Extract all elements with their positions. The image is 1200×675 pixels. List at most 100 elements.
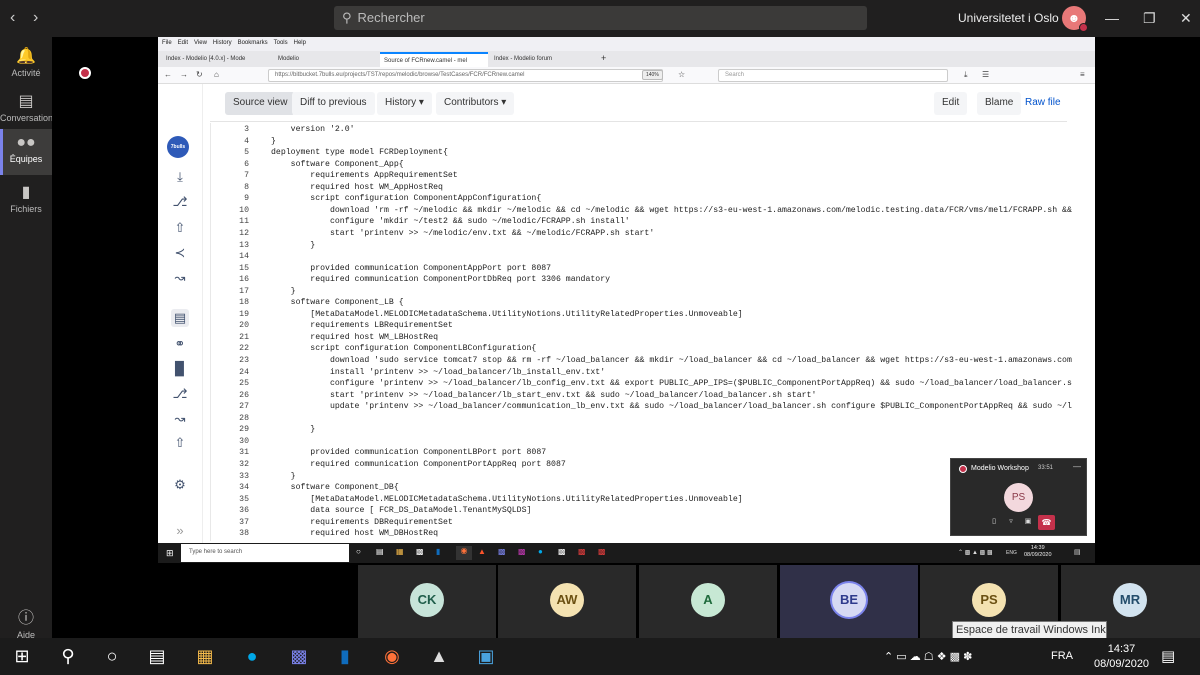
windows-start-icon[interactable]: ⊞ — [10, 646, 34, 667]
menu-history[interactable]: History — [213, 40, 232, 46]
reload-icon[interactable]: ↻ — [196, 70, 203, 79]
firefox-icon[interactable]: ◉ — [380, 646, 404, 667]
task-view-icon[interactable]: ▤ — [376, 547, 384, 556]
teams-icon[interactable]: ▩ — [498, 547, 506, 556]
line-number[interactable]: 15 — [211, 264, 249, 273]
line-number[interactable]: 19 — [211, 310, 249, 319]
input-language[interactable]: ENG — [1006, 550, 1017, 556]
app-icon[interactable]: ▲ — [427, 646, 451, 667]
task-view-icon[interactable]: ○ — [356, 547, 361, 556]
line-number[interactable]: 38 — [211, 529, 249, 538]
participant-tile[interactable]: A — [639, 565, 777, 638]
photos-icon[interactable]: ▣ — [474, 646, 498, 667]
minimize-icon[interactable]: — — [1105, 10, 1119, 26]
search-input[interactable]: ⚲ Rechercher — [334, 6, 867, 30]
line-number[interactable]: 3 — [211, 125, 249, 134]
home-icon[interactable]: ⌂ — [214, 70, 219, 79]
line-number[interactable]: 21 — [211, 333, 249, 342]
minimize-icon[interactable]: — — [1073, 462, 1081, 471]
diff-to-previous-button[interactable]: Diff to previous — [292, 92, 375, 115]
compact-call-window[interactable]: Modelio Workshop 33:51 — PS ▯ ▿ ▣ ☎ — [950, 458, 1087, 536]
menu-edit[interactable]: Edit — [178, 40, 188, 46]
library-icon[interactable]: ☰ — [982, 70, 989, 79]
line-number[interactable]: 29 — [211, 425, 249, 434]
line-number[interactable]: 34 — [211, 483, 249, 492]
forward-icon[interactable]: › — [33, 9, 38, 27]
rail-chat[interactable]: ▤ Conversation — [0, 86, 53, 132]
clock[interactable]: 14:37 08/09/2020 — [1094, 642, 1149, 672]
participant-tile[interactable]: CK — [358, 565, 496, 638]
forward-icon[interactable]: → — [180, 70, 188, 79]
line-number[interactable]: 18 — [211, 298, 249, 307]
store-icon[interactable]: ▩ — [416, 547, 424, 556]
branch-icon[interactable]: ⎇ — [171, 193, 189, 211]
app-icon[interactable]: ▩ — [578, 547, 586, 556]
commits-icon[interactable]: ⚭ — [171, 335, 189, 353]
participant-tile[interactable]: AW — [498, 565, 636, 638]
hamburger-menu-icon[interactable]: ≡ — [1080, 70, 1085, 79]
line-number[interactable]: 37 — [211, 518, 249, 527]
browser-tab[interactable]: Index - Modelio [4.0.x] - Mode — [162, 52, 272, 67]
expand-sidebar-icon[interactable]: » — [171, 522, 189, 540]
firefox-search-input[interactable]: Search — [718, 69, 948, 82]
microphone-icon[interactable]: ▿ — [1004, 517, 1018, 529]
url-bar[interactable]: https://bitbucket.7bulls.eu/projects/TST… — [268, 69, 663, 82]
skype-icon[interactable]: ● — [240, 646, 264, 667]
line-number[interactable]: 8 — [211, 183, 249, 192]
line-number[interactable]: 10 — [211, 206, 249, 215]
source-icon[interactable]: ▤ — [171, 309, 189, 327]
bitbucket-logo[interactable]: 7bulls — [167, 136, 189, 158]
edit-button[interactable]: Edit — [934, 92, 968, 115]
browser-tab-active[interactable]: Source of FCRnew.camel - mel — [380, 52, 488, 67]
analytics-icon[interactable]: ▉ — [171, 360, 189, 378]
settings-gear-icon[interactable]: ⚙ — [171, 476, 189, 494]
line-number[interactable]: 31 — [211, 448, 249, 457]
skype-icon[interactable]: ● — [538, 547, 543, 556]
org-switcher[interactable]: Universitetet i Oslo ⌄ — [958, 11, 1072, 25]
line-number[interactable]: 26 — [211, 391, 249, 400]
app-icon[interactable]: ▩ — [558, 547, 566, 556]
insights-icon[interactable]: ↝ — [171, 269, 189, 287]
close-icon[interactable]: ✕ — [1180, 10, 1192, 27]
line-number[interactable]: 5 — [211, 148, 249, 157]
line-number[interactable]: 11 — [211, 217, 249, 226]
line-number[interactable]: 27 — [211, 402, 249, 411]
downloads-icon[interactable]: ⤓ — [964, 70, 968, 80]
search-icon[interactable]: ⚲ — [56, 646, 80, 667]
history-dropdown[interactable]: History ▾ — [377, 92, 432, 115]
back-icon[interactable]: ← — [164, 70, 172, 79]
back-icon[interactable]: ‹ — [10, 9, 15, 27]
app-icon[interactable]: ▩ — [598, 547, 606, 556]
rail-files[interactable]: ▮ Fichiers — [0, 177, 52, 223]
download-icon[interactable]: ⤓ — [171, 168, 189, 186]
rail-teams[interactable]: ●● Équipes — [0, 129, 52, 175]
line-number[interactable]: 23 — [211, 356, 249, 365]
upload-icon[interactable]: ⇧ — [171, 219, 189, 237]
outlook-icon[interactable]: ▮ — [436, 547, 440, 556]
line-number[interactable]: 25 — [211, 379, 249, 388]
notification-icon[interactable]: ▤ — [1161, 647, 1175, 665]
participant-tile-active-speaker[interactable]: BE — [780, 565, 918, 638]
line-number[interactable]: 13 — [211, 241, 249, 250]
line-number[interactable]: 30 — [211, 437, 249, 446]
notification-icon[interactable]: ▤ — [1074, 548, 1081, 556]
line-number[interactable]: 14 — [211, 252, 249, 261]
firefox-icon[interactable]: ◉ — [456, 546, 472, 560]
menu-tools[interactable]: Tools — [274, 40, 288, 46]
line-number[interactable]: 9 — [211, 194, 249, 203]
system-tray-icons[interactable]: ⌃ ▩ ▲ ▩ ▩ — [958, 549, 993, 556]
line-number[interactable]: 17 — [211, 287, 249, 296]
menu-file[interactable]: File — [162, 40, 172, 46]
share-screen-icon[interactable]: ▣ — [1021, 517, 1035, 529]
windows-search-input[interactable]: Type here to search — [181, 544, 349, 562]
line-number[interactable]: 32 — [211, 460, 249, 469]
menu-help[interactable]: Help — [294, 40, 306, 46]
line-number[interactable]: 4 — [211, 137, 249, 146]
camera-icon[interactable]: ▯ — [987, 517, 1001, 529]
file-explorer-icon[interactable]: ▦ — [193, 646, 217, 667]
line-number[interactable]: 28 — [211, 414, 249, 423]
system-tray-icons[interactable]: ⌃ ▭ ☁ ☖ ❖ ▩ ✽ — [884, 650, 972, 663]
line-number[interactable]: 20 — [211, 321, 249, 330]
line-number[interactable]: 7 — [211, 171, 249, 180]
line-number[interactable]: 35 — [211, 495, 249, 504]
